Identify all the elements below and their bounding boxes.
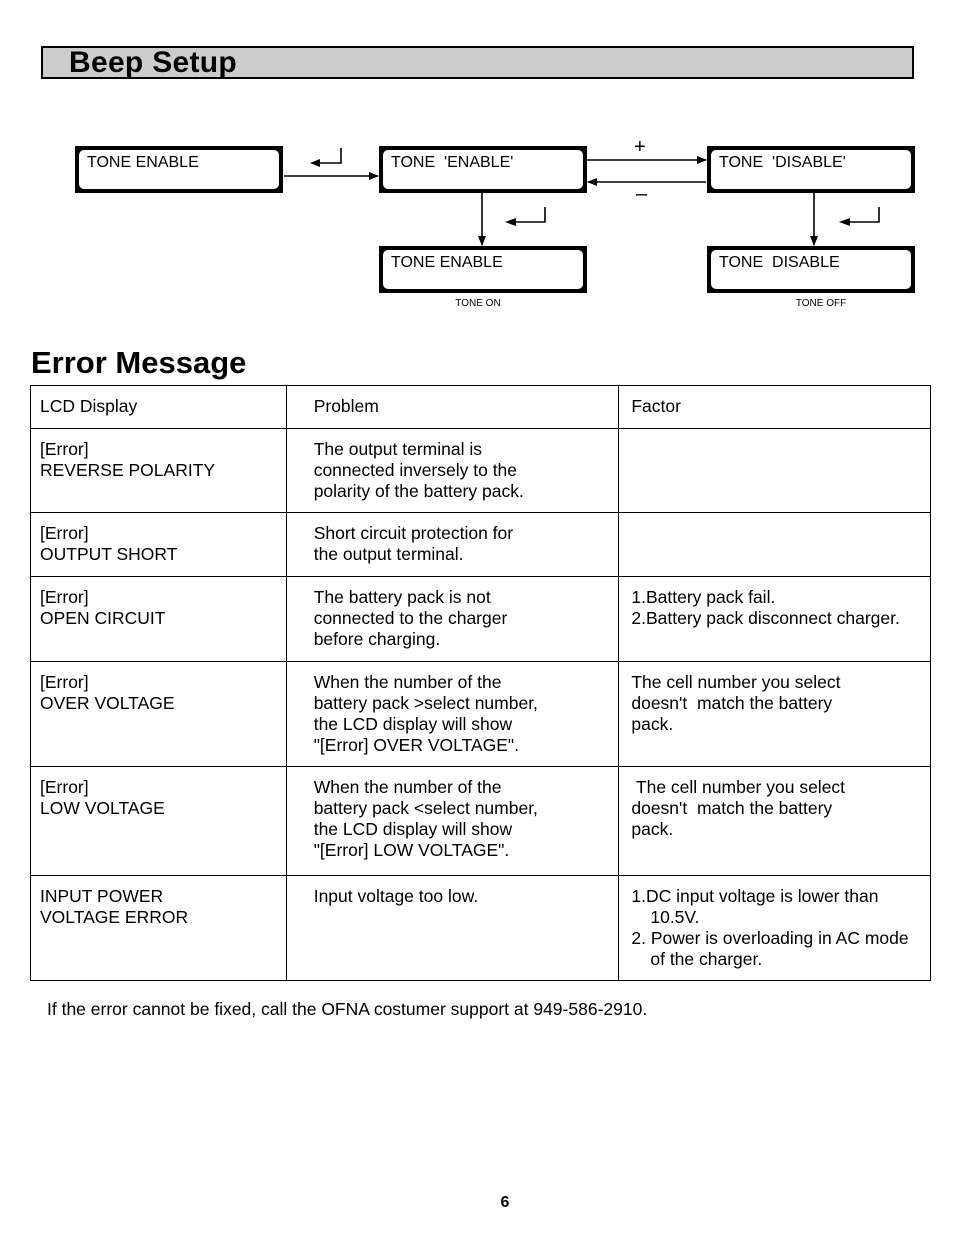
- enter-key-icon: [839, 207, 880, 226]
- lcd-text: TONE 'ENABLE': [383, 150, 583, 189]
- lcd-display-cell: INPUT POWER VOLTAGE ERROR: [30, 875, 287, 981]
- page-number: 6: [500, 1194, 510, 1211]
- cell-line: When the number of the: [313, 672, 502, 692]
- cell-line: "[Error] LOW VOLTAGE".: [313, 840, 510, 860]
- cell-line: "[Error] OVER VOLTAGE".: [313, 735, 519, 755]
- cell-line: [Error]: [40, 672, 89, 692]
- cell-line: Short circuit protection for: [313, 523, 514, 543]
- cell-line: When the number of the: [313, 777, 502, 797]
- cell-line: [Error]: [40, 587, 89, 607]
- table-row: [Error] REVERSE POLARITY The output termin…: [30, 428, 931, 513]
- problem-cell: Short circuit protection for the output t…: [285, 512, 620, 577]
- table-header-row: LCD Display Problem Factor: [30, 385, 931, 429]
- lcd-display-cell: [Error] REVERSE POLARITY: [30, 428, 287, 513]
- lcd-tone-select-enable: TONE 'ENABLE': [379, 146, 587, 193]
- cell-line: 2.Battery pack disconnect charger.: [631, 608, 900, 628]
- cell-line: Input voltage too low.: [313, 886, 479, 906]
- cell-line: OUTPUT SHORT: [40, 544, 178, 564]
- cell-line: REVERSE POLARITY: [40, 460, 216, 480]
- factor-cell: [618, 512, 931, 577]
- caption-tone-off: TONE OFF: [795, 298, 847, 309]
- lcd-text: TONE 'DISABLE': [711, 150, 911, 189]
- cell-line: The output terminal is: [313, 439, 482, 459]
- cell-line: The battery pack is not: [313, 587, 491, 607]
- cell-line: OVER VOLTAGE: [40, 693, 175, 713]
- factor-cell: The cell number you select doesn't match …: [618, 766, 931, 876]
- problem-cell: The battery pack is not connected to the …: [285, 576, 620, 662]
- problem-cell: When the number of the battery pack <sele…: [285, 766, 620, 876]
- error-table: LCD Display Problem Factor [Error] REVERS…: [30, 385, 931, 981]
- cell-line: [Error]: [40, 523, 89, 543]
- lcd-tone-enable-start: TONE ENABLE: [75, 146, 283, 193]
- lcd-display-cell: [Error] LOW VOLTAGE: [30, 766, 287, 876]
- cell-line: [Error]: [40, 439, 89, 459]
- factor-cell: 1.Battery pack fail. 2.Battery pack disco…: [618, 576, 931, 662]
- cell-line: the output terminal.: [313, 544, 464, 564]
- lcd-display-cell: [Error] OPEN CIRCUIT: [30, 576, 287, 662]
- cell-line: doesn't match the battery: [631, 693, 833, 713]
- header-lcd-display: LCD Display: [30, 385, 287, 429]
- cell-line: [Error]: [40, 777, 89, 797]
- cell-line: OPEN CIRCUIT: [40, 608, 166, 628]
- beep-setup-diagram: TONE ENABLE TONE 'ENABLE' TONE 'DISABLE'…: [0, 0, 954, 330]
- cell-line: The cell number you select: [631, 672, 841, 692]
- cell-line: the LCD display will show: [313, 714, 513, 734]
- header-factor: Factor: [618, 385, 931, 429]
- cell-line: doesn't match the battery: [631, 798, 833, 818]
- caption-tone-on: TONE ON: [455, 298, 501, 309]
- table-row: INPUT POWER VOLTAGE ERROR Input voltage to…: [30, 875, 931, 981]
- cell-line: LOW VOLTAGE: [40, 798, 165, 818]
- cell-line: the LCD display will show: [313, 819, 513, 839]
- lcd-tone-disable-result: TONE DISABLE: [707, 246, 915, 293]
- cell-line: polarity of the battery pack.: [313, 481, 524, 501]
- cell-line: pack.: [631, 714, 674, 734]
- cell-line: 2. Power is overloading in AC mode of th…: [631, 928, 909, 969]
- cell-line: 1.DC input voltage is lower than 10.5V.: [631, 886, 879, 927]
- table-row: [Error] OUTPUT SHORT Short circuit protect…: [30, 512, 931, 577]
- factor-cell: The cell number you select doesn't match …: [618, 661, 931, 767]
- cell-line: connected inversely to the: [313, 460, 518, 480]
- lcd-text: TONE DISABLE: [711, 250, 911, 289]
- problem-cell: When the number of the battery pack >sele…: [285, 661, 620, 767]
- cell-line: INPUT POWER: [40, 886, 164, 906]
- cell-line: battery pack >select number,: [313, 693, 538, 713]
- lcd-text: TONE ENABLE: [79, 150, 279, 189]
- header-problem: Problem: [285, 385, 620, 429]
- problem-cell: The output terminal is connected inversel…: [285, 428, 620, 513]
- cell-line: The cell number you select: [631, 777, 846, 797]
- lcd-text: TONE ENABLE: [383, 250, 583, 289]
- table-row: [Error] OPEN CIRCUIT The battery pack is n…: [30, 576, 931, 662]
- cell-line: 1.Battery pack fail.: [631, 587, 776, 607]
- enter-key-icon: [310, 148, 342, 167]
- minus-sign: –: [636, 183, 648, 205]
- support-note: If the error cannot be fixed, call the O…: [47, 999, 648, 1019]
- table-row: [Error] LOW VOLTAGE When the number of the…: [30, 766, 931, 876]
- lcd-tone-select-disable: TONE 'DISABLE': [707, 146, 915, 193]
- factor-cell: [618, 428, 931, 513]
- plus-sign: +: [634, 136, 646, 158]
- enter-key-icon: [505, 207, 546, 226]
- table-row: [Error] OVER VOLTAGE When the number of th…: [30, 661, 931, 767]
- factor-cell: 1.DC input voltage is lower than 10.5V. 2…: [618, 875, 931, 981]
- lcd-display-cell: [Error] OUTPUT SHORT: [30, 512, 287, 577]
- cell-line: before charging.: [313, 629, 441, 649]
- lcd-display-cell: [Error] OVER VOLTAGE: [30, 661, 287, 767]
- cell-line: VOLTAGE ERROR: [40, 907, 189, 927]
- cell-line: connected to the charger: [313, 608, 508, 628]
- problem-cell: Input voltage too low.: [285, 875, 620, 981]
- lcd-tone-enable-result: TONE ENABLE: [379, 246, 587, 293]
- cell-line: battery pack <select number,: [313, 798, 538, 818]
- cell-line: pack.: [631, 819, 674, 839]
- error-message-title: Error Message: [31, 345, 247, 380]
